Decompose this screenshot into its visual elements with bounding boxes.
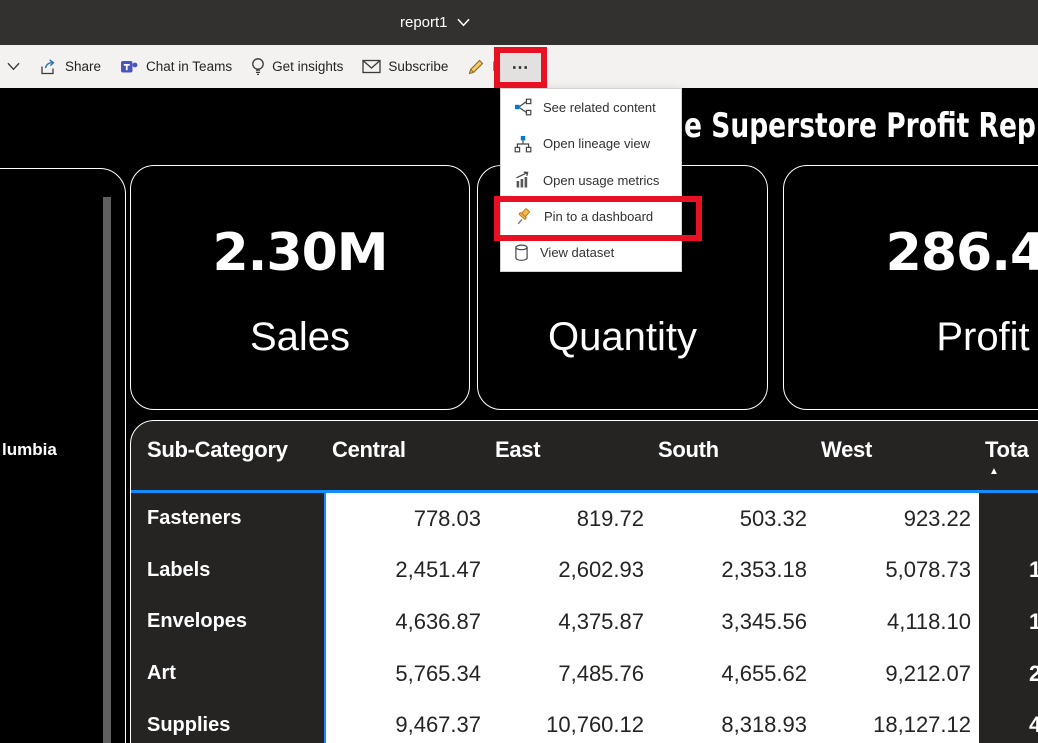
cell-art-east[interactable]: 7,485.76 [489,648,652,700]
kpi-quantity-label: Quantity [548,312,697,362]
cell-supplies-west[interactable]: 18,127.12 [815,699,979,743]
row-label-envelopes[interactable]: Envelopes [131,596,326,648]
subscribe-button[interactable]: Subscribe [362,59,448,74]
chat-in-teams-button[interactable]: Chat in Teams [120,58,232,76]
column-header-south[interactable]: South [652,421,815,493]
share-label: Share [65,59,101,74]
cell-envelopes-total[interactable]: 1 [979,596,1038,648]
cell-fasteners-west[interactable]: 923.22 [815,493,979,545]
menu-item-open-lineage-view[interactable]: Open lineage view [501,125,681,161]
subscribe-label: Subscribe [388,59,448,74]
cell-labels-west[interactable]: 5,078.73 [815,545,979,597]
pencil-icon [467,58,485,76]
cell-envelopes-central[interactable]: 4,636.87 [326,596,489,648]
collapse-chevron-down-icon[interactable] [7,62,20,71]
lineage-icon [514,135,532,153]
column-header-total[interactable]: Tota ▲ [979,421,1038,493]
dataset-icon [514,244,529,262]
cell-supplies-central[interactable]: 9,467.37 [326,699,489,743]
report-name: report1 [400,14,448,31]
kpi-profit-label: Profit [936,312,1029,362]
cell-labels-total[interactable]: 1 [979,545,1038,597]
column-header-total-label: Tota [985,437,1038,463]
kpi-sales-value: 2.30M [212,226,387,280]
column-header-west[interactable]: West [815,421,979,493]
cell-envelopes-south[interactable]: 3,345.56 [652,596,815,648]
cell-supplies-total[interactable]: 4 [979,699,1038,743]
cell-supplies-east[interactable]: 10,760.12 [489,699,652,743]
row-label-fasteners[interactable]: Fasteners [131,493,326,545]
cell-art-total[interactable]: 2 [979,648,1038,700]
cell-fasteners-east[interactable]: 819.72 [489,493,652,545]
cell-art-west[interactable]: 9,212.07 [815,648,979,700]
slicer-scrollbar[interactable] [103,197,111,743]
powerbi-report-screen: e Superstore Profit Rep lumbia 2.30M Sal… [0,0,1038,743]
cell-fasteners-south[interactable]: 503.32 [652,493,815,545]
cell-labels-east[interactable]: 2,602.93 [489,545,652,597]
share-button[interactable]: Share [39,58,101,76]
menu-item-open-usage-metrics[interactable]: Open usage metrics [501,162,681,198]
see-related-content-label: See related content [543,100,656,115]
column-header-east[interactable]: East [489,421,652,493]
row-label-supplies[interactable]: Supplies [131,699,326,743]
chat-in-teams-label: Chat in Teams [146,59,232,74]
cell-envelopes-west[interactable]: 4,118.10 [815,596,979,648]
envelope-icon [362,59,381,74]
report-name-chevron-down-icon[interactable] [457,18,470,27]
share-icon [39,58,58,76]
cell-art-central[interactable]: 5,765.34 [326,648,489,700]
view-dataset-label: View dataset [540,245,614,260]
row-label-art[interactable]: Art [131,648,326,700]
menu-item-pin-to-dashboard[interactable]: Pin to a dashboard [501,198,681,234]
sort-ascending-icon: ▲ [989,466,1038,477]
column-header-subcategory[interactable]: Sub-Category [131,421,326,493]
slicer-item-label[interactable]: lumbia [2,440,57,460]
matrix-visual[interactable]: Sub-Category Central East South West Tot… [130,420,1038,743]
menu-item-see-related-content[interactable]: See related content [501,89,681,125]
get-insights-button[interactable]: Get insights [251,57,343,76]
usage-metrics-icon [514,171,532,189]
pushpin-icon [514,207,533,226]
matrix-grid: Sub-Category Central East South West Tot… [131,421,1038,743]
cell-fasteners-central[interactable]: 778.03 [326,493,489,545]
kpi-card-sales[interactable]: 2.30M Sales [130,165,470,410]
cell-labels-central[interactable]: 2,451.47 [326,545,489,597]
cell-envelopes-east[interactable]: 4,375.87 [489,596,652,648]
related-content-icon [514,98,532,116]
kpi-sales-label: Sales [250,312,350,362]
cell-labels-south[interactable]: 2,353.18 [652,545,815,597]
open-usage-metrics-label: Open usage metrics [543,173,659,188]
more-options-menu: See related content Open lineage view [500,88,682,272]
cell-supplies-south[interactable]: 8,318.93 [652,699,815,743]
report-page-title: e Superstore Profit Rep [684,106,1036,146]
highlight-box-more: ⋯ [494,47,547,88]
menu-item-view-dataset[interactable]: View dataset [501,235,681,271]
column-header-central[interactable]: Central [326,421,489,493]
open-lineage-view-label: Open lineage view [543,136,650,151]
lightbulb-icon [251,57,265,76]
cell-fasteners-total[interactable] [979,493,1038,545]
cell-art-south[interactable]: 4,655.62 [652,648,815,700]
more-options-button[interactable]: ⋯ [512,59,530,76]
row-label-labels[interactable]: Labels [131,545,326,597]
pin-to-dashboard-label: Pin to a dashboard [544,209,653,224]
app-title-bar: report1 [0,0,1038,45]
kpi-profit-value: 286.40 [886,226,1038,280]
get-insights-label: Get insights [272,59,343,74]
teams-icon [120,58,139,76]
kpi-card-profit[interactable]: 286.40 Profit [783,165,1038,410]
